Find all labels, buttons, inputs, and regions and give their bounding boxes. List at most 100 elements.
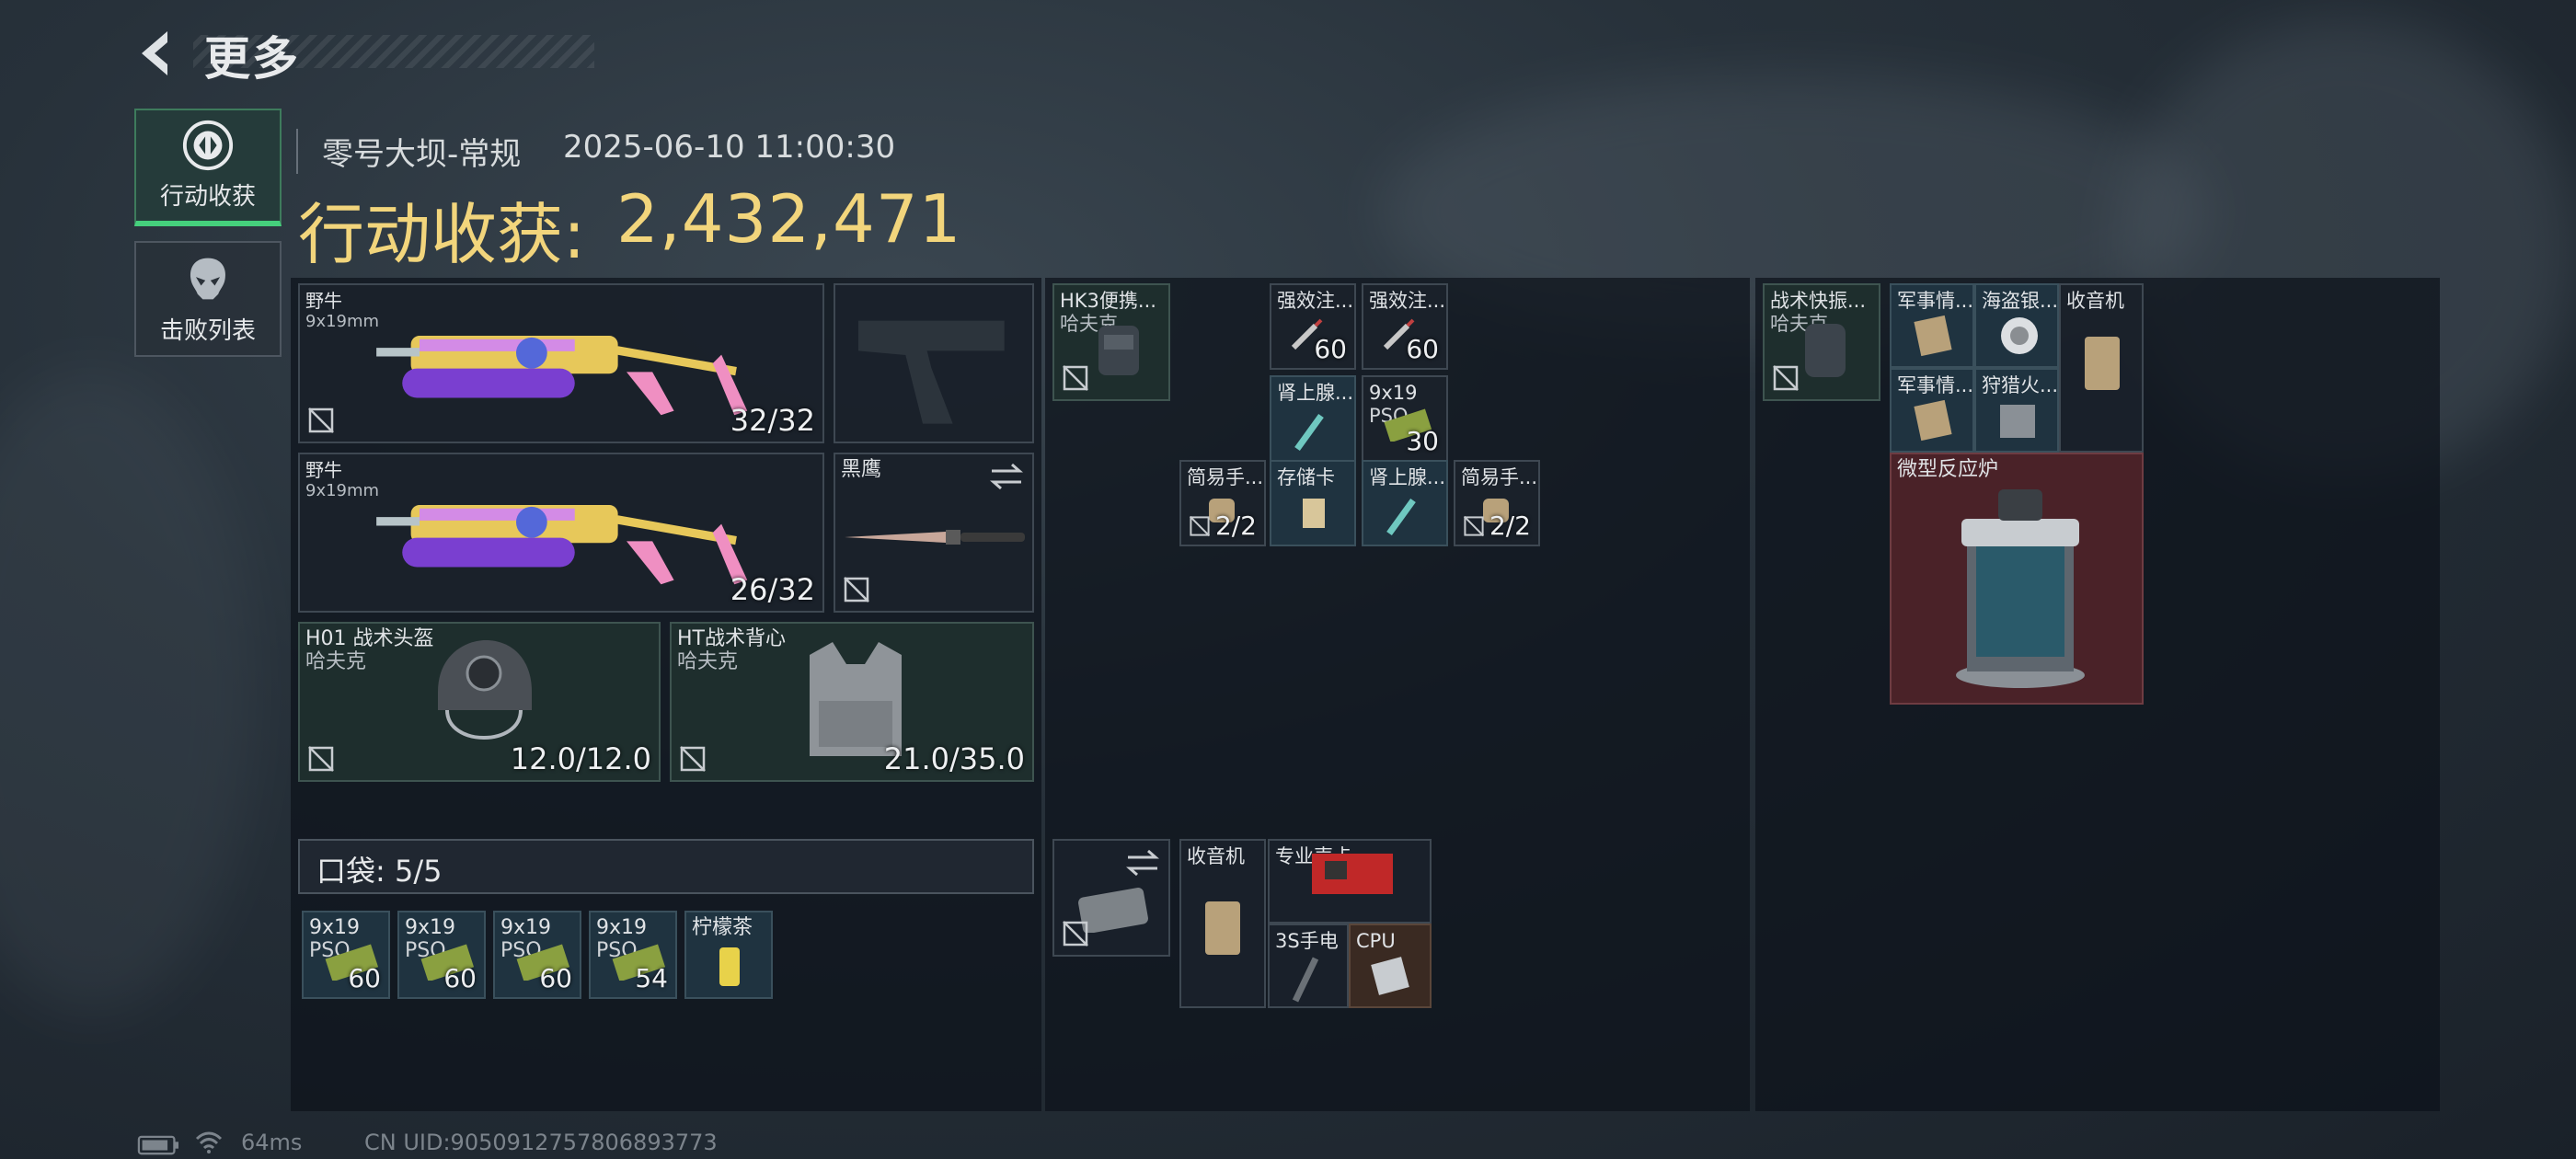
map-name: 零号大坝-常规	[296, 129, 521, 174]
intel-doc-icon	[1914, 315, 1952, 357]
ammo-pack-icon	[2000, 405, 2035, 438]
rig-item-stim-1[interactable]: 强效注... 60	[1270, 283, 1356, 370]
item-count: 60	[1406, 334, 1439, 364]
no-lose-icon	[1063, 365, 1088, 391]
backpack-item-pirate-silver[interactable]: 海盗银...	[1974, 283, 2059, 368]
backpack-item-hunting-ammo[interactable]: 狩猎火...	[1974, 368, 2059, 453]
smg-icon	[376, 505, 748, 585]
back-chevron-icon[interactable]	[129, 26, 184, 81]
dfcoin-icon	[182, 120, 234, 171]
armor-name: HT战术背心	[677, 627, 786, 650]
item-name: 简易手...	[1461, 466, 1538, 488]
chest-rig-slot[interactable]: HK3便携... 哈夫克	[1052, 283, 1170, 401]
user-uid: CN UID:9050912757806893773	[364, 1130, 718, 1155]
item-name: CPU	[1356, 930, 1396, 952]
no-lose-icon	[844, 577, 869, 602]
armor-brand: 哈夫克	[677, 650, 739, 673]
item-name: 狩猎火...	[1982, 374, 2059, 396]
memory-card-icon	[1303, 499, 1325, 528]
adrenaline-icon	[1386, 498, 1416, 536]
primary-weapon-slot-1[interactable]: 野牛 9x19mm 32/32	[298, 283, 824, 443]
item-caliber: 9x19	[309, 916, 361, 939]
backpack-item-radio[interactable]: 收音机	[2059, 283, 2144, 453]
helmet-name: H01 战术头盔	[305, 627, 434, 650]
silver-coin-icon	[2001, 317, 2038, 354]
item-name: 收音机	[2066, 290, 2124, 312]
item-name: 存储卡	[1277, 466, 1335, 488]
pocket-item-2[interactable]: 9x19 PSO 60	[397, 911, 486, 999]
item-name: 海盗银...	[1982, 290, 2059, 312]
reactor-icon	[1956, 489, 2085, 688]
pocket-header: 口袋: 5/5	[298, 839, 1034, 894]
rig-item-stim-2[interactable]: 强效注... 60	[1362, 283, 1448, 370]
sound-card-icon	[1312, 854, 1393, 894]
rig-item-ammo[interactable]: 9x19 PSO 30	[1362, 375, 1448, 462]
backpack-name: 战术快振...	[1770, 290, 1867, 312]
item-name: 柠檬茶	[692, 916, 753, 939]
flashlight-icon	[1292, 957, 1319, 1003]
tab-kills[interactable]: 击败列表	[134, 241, 282, 357]
rig-item-adrenaline-1[interactable]: 肾上腺...	[1270, 375, 1356, 462]
item-caliber: 9x19	[596, 916, 648, 939]
case-item-flashlight[interactable]: 3S手电	[1268, 924, 1349, 1008]
item-count: 30	[1406, 426, 1439, 456]
ammo-count: 26/32	[730, 572, 815, 607]
item-caliber: 9x19	[500, 916, 552, 939]
backpack-item-intel-2[interactable]: 军事情...	[1890, 368, 1974, 453]
pocket-item-1[interactable]: 9x19 PSO 60	[302, 911, 390, 999]
haul-label: 行动收获:	[298, 196, 586, 273]
battery-icon	[137, 1135, 178, 1155]
item-count: 60	[1314, 334, 1347, 364]
pistol-slot-empty[interactable]	[834, 283, 1034, 443]
backpack-item-mini-reactor[interactable]: 微型反应炉	[1890, 453, 2144, 705]
item-caliber: 9x19	[405, 916, 456, 939]
backpack-slot[interactable]: 战术快振... 哈夫克	[1763, 283, 1880, 401]
rig-item-grenade-2[interactable]: 简易手... 2/2	[1454, 460, 1540, 546]
item-count: 60	[443, 963, 477, 993]
page-title: 更多	[204, 32, 300, 86]
pocket-count: 5/5	[394, 854, 443, 889]
pocket-item-4[interactable]: 9x19 PSO 54	[589, 911, 677, 999]
ammo-count: 32/32	[730, 403, 815, 438]
no-lose-icon	[680, 746, 706, 772]
tab-haul[interactable]: 行动收获	[134, 109, 282, 226]
rig-item-grenade-1[interactable]: 简易手... 2/2	[1179, 460, 1266, 546]
case-item-radio[interactable]: 收音机	[1179, 839, 1266, 1008]
pocket-item-5[interactable]: 柠檬茶	[684, 911, 773, 999]
primary-weapon-slot-2[interactable]: 野牛 9x19mm 26/32	[298, 453, 824, 613]
item-name: 肾上腺...	[1369, 466, 1446, 488]
item-name: 强效注...	[1369, 290, 1446, 312]
item-name: 微型反应炉	[1897, 458, 1999, 481]
radio-icon	[2085, 337, 2120, 390]
item-name: 3S手电	[1275, 930, 1339, 952]
radio-icon	[1205, 901, 1240, 955]
tab-kills-label: 击败列表	[159, 317, 256, 345]
helmet-brand: 哈夫克	[305, 650, 367, 673]
case-item-cpu[interactable]: CPU	[1349, 924, 1432, 1008]
intel-doc-icon	[1914, 399, 1952, 442]
item-count: 54	[635, 963, 668, 993]
melee-slot[interactable]: 黑鹰	[834, 453, 1034, 613]
item-caliber: 9x19	[1369, 382, 1418, 404]
melee-name: 黑鹰	[841, 458, 882, 481]
armor-slot[interactable]: HT战术背心 哈夫克 21.0/35.0	[670, 622, 1034, 782]
case-item-sound-card[interactable]: 专业声卡	[1268, 839, 1432, 924]
item-count: 60	[539, 963, 572, 993]
ping: 64ms	[241, 1130, 303, 1155]
backpack-item-intel-1[interactable]: 军事情...	[1890, 283, 1974, 368]
chest-rig-icon	[1098, 326, 1139, 375]
rig-item-adrenaline-2[interactable]: 肾上腺...	[1362, 460, 1448, 546]
swap-icon[interactable]	[988, 462, 1025, 491]
pocket-item-3[interactable]: 9x19 PSO 60	[493, 911, 581, 999]
adrenaline-icon	[1294, 413, 1324, 452]
swap-icon[interactable]	[1124, 848, 1161, 878]
safe-case-slot[interactable]	[1052, 839, 1170, 957]
no-lose-icon	[1189, 515, 1211, 537]
pocket-label: 口袋:	[316, 854, 385, 889]
armor-durability: 21.0/35.0	[883, 741, 1025, 776]
no-lose-icon	[308, 746, 334, 772]
lemon-tea-icon	[719, 947, 740, 986]
skull-icon	[190, 258, 226, 300]
rig-item-memory-card[interactable]: 存储卡	[1270, 460, 1356, 546]
helmet-slot[interactable]: H01 战术头盔 哈夫克 12.0/12.0	[298, 622, 661, 782]
